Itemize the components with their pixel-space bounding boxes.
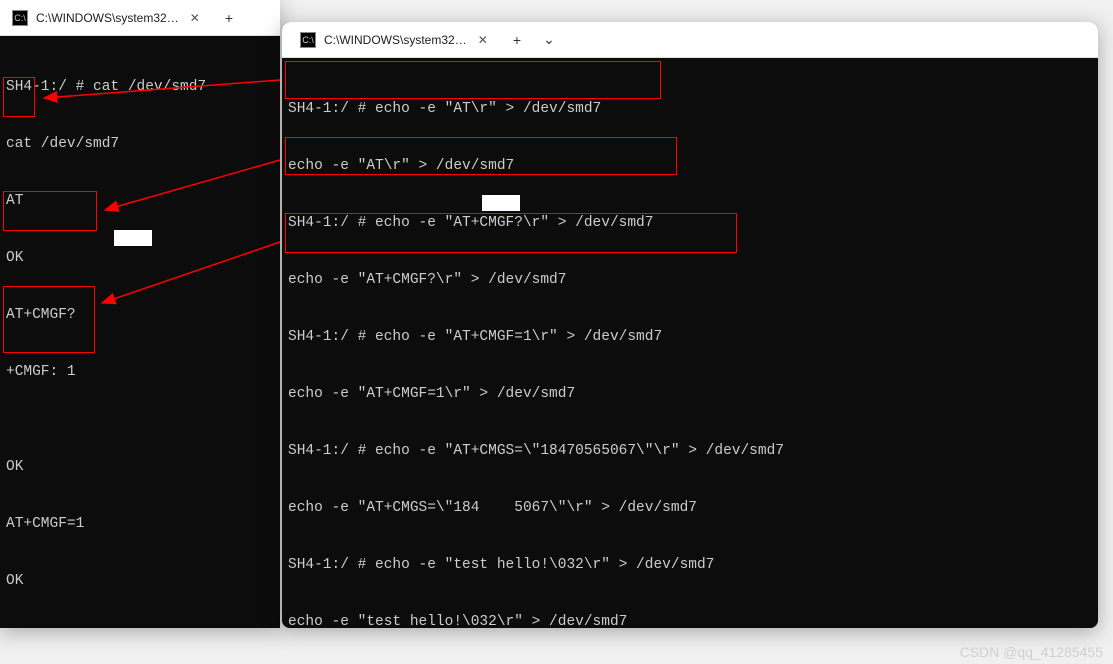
- terminal-content-right[interactable]: SH4-1:/ # echo -e "AT\r" > /dev/smd7 ech…: [282, 58, 1098, 628]
- redaction-block: [114, 230, 152, 246]
- term-line: AT: [6, 192, 274, 211]
- new-tab-button[interactable]: +: [502, 25, 532, 55]
- cmd-icon: C:\: [300, 32, 316, 48]
- term-line: echo -e "test hello!\032\r" > /dev/smd7: [288, 613, 1092, 628]
- term-line: +CMGF: 1: [6, 363, 274, 382]
- term-line: AT+CMGF?: [6, 306, 274, 325]
- terminal-window-left: C:\ C:\WINDOWS\system32\cmd. ✕ + SH4-1:/…: [0, 0, 280, 628]
- tab-bar: C:\ C:\WINDOWS\system32\cmd. ✕ +: [0, 0, 280, 36]
- tab-label: C:\WINDOWS\system32\cmd.: [36, 11, 180, 25]
- highlight-box: [285, 61, 661, 99]
- term-line: echo -e "AT\r" > /dev/smd7: [288, 157, 1092, 176]
- close-tab-icon[interactable]: ✕: [188, 10, 202, 26]
- tab-bar: C:\ C:\WINDOWS\system32\cmd. ✕ + ⌄: [282, 22, 1098, 58]
- term-line: AT+CMGF=1: [6, 515, 274, 534]
- term-line: echo -e "AT+CMGS=\"184 5067\"\r" > /dev/…: [288, 499, 1092, 518]
- term-line: SH4-1:/ # echo -e "AT+CMGF?\r" > /dev/sm…: [288, 214, 1092, 233]
- term-line: OK: [6, 572, 274, 591]
- term-line: SH4-1:/ # cat /dev/smd7: [6, 78, 274, 97]
- term-line: OK: [6, 458, 274, 477]
- term-line: SH4-1:/ # echo -e "AT\r" > /dev/smd7: [288, 100, 1092, 119]
- term-line: echo -e "AT+CMGF?\r" > /dev/smd7: [288, 271, 1092, 290]
- tab-cmd[interactable]: C:\ C:\WINDOWS\system32\cmd. ✕: [290, 25, 500, 55]
- close-tab-icon[interactable]: ✕: [476, 32, 490, 48]
- tab-cmd[interactable]: C:\ C:\WINDOWS\system32\cmd. ✕: [2, 3, 212, 33]
- cmd-icon: C:\: [12, 10, 28, 26]
- term-line: echo -e "AT+CMGF=1\r" > /dev/smd7: [288, 385, 1092, 404]
- terminal-content-left[interactable]: SH4-1:/ # cat /dev/smd7 cat /dev/smd7 AT…: [0, 36, 280, 628]
- tab-label: C:\WINDOWS\system32\cmd.: [324, 33, 468, 47]
- watermark: CSDN @qq_41285455: [960, 644, 1103, 660]
- redaction-block: [482, 195, 520, 211]
- new-tab-button[interactable]: +: [214, 3, 244, 33]
- terminal-window-right: C:\ C:\WINDOWS\system32\cmd. ✕ + ⌄ SH4-1…: [282, 22, 1098, 628]
- term-line: SH4-1:/ # echo -e "AT+CMGF=1\r" > /dev/s…: [288, 328, 1092, 347]
- tab-dropdown-button[interactable]: ⌄: [534, 25, 564, 55]
- term-line: SH4-1:/ # echo -e "AT+CMGS=\"18470565067…: [288, 442, 1092, 461]
- term-line: OK: [6, 249, 274, 268]
- term-line: SH4-1:/ # echo -e "test hello!\032\r" > …: [288, 556, 1092, 575]
- term-line: cat /dev/smd7: [6, 135, 274, 154]
